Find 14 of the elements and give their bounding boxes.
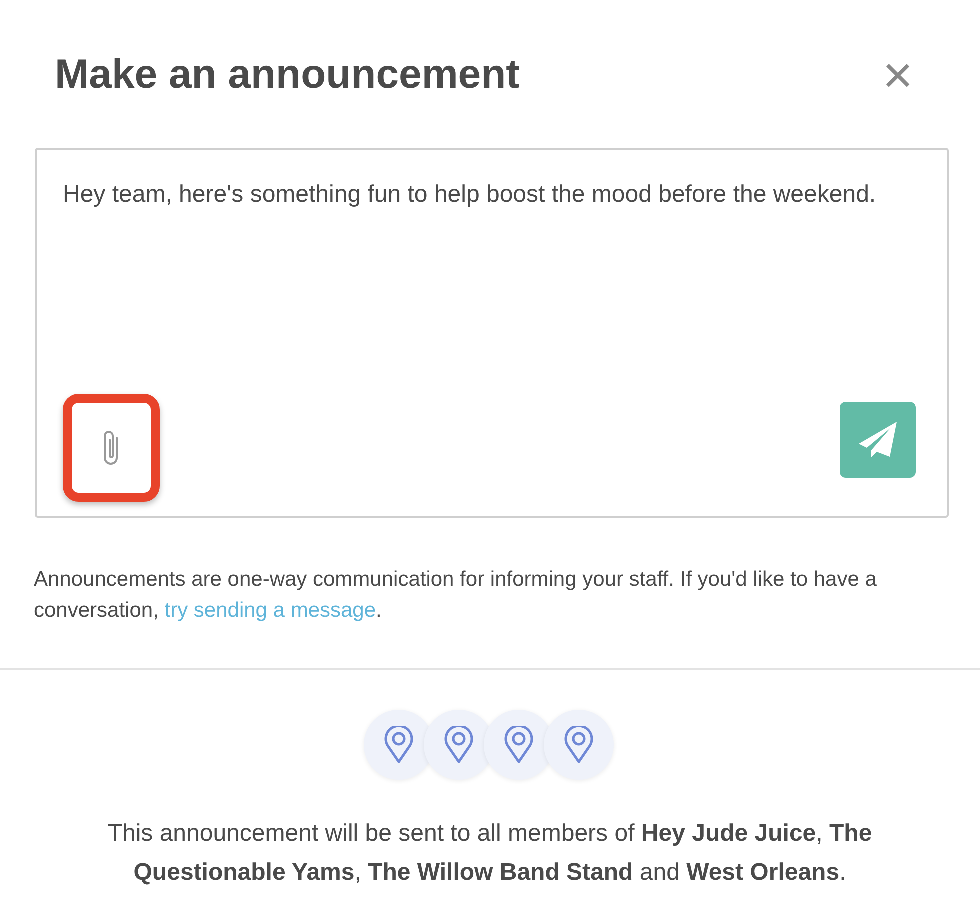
recipients-text: This announcement will be sent to all members of Hey Jude Juice, The Questionable Yams, The Willow Band Stand and West Orleans. [106,819,874,888]
location-pin-icon [563,726,595,764]
close-button[interactable]: × [878,50,918,98]
message-text: Hey team, here's something fun to help boost the mood before the weekend. [63,180,876,209]
attach-button[interactable] [63,394,160,502]
dialog-title: Make an announcement [55,50,520,98]
location-pin-icon [503,726,535,764]
info-text: Announcements are one-way communication for informing your staff. If you'd like to have a conversation, try sending a message. [34,567,878,624]
location-pin-icon [383,726,415,764]
message-field[interactable]: Hey team, here's something fun to help boost the mood before the weekend. [35,148,949,518]
message-link[interactable]: try sending a message [164,599,376,622]
location-pin-icon [443,726,475,764]
paper-plane-icon [857,420,899,460]
send-button[interactable] [840,402,916,478]
